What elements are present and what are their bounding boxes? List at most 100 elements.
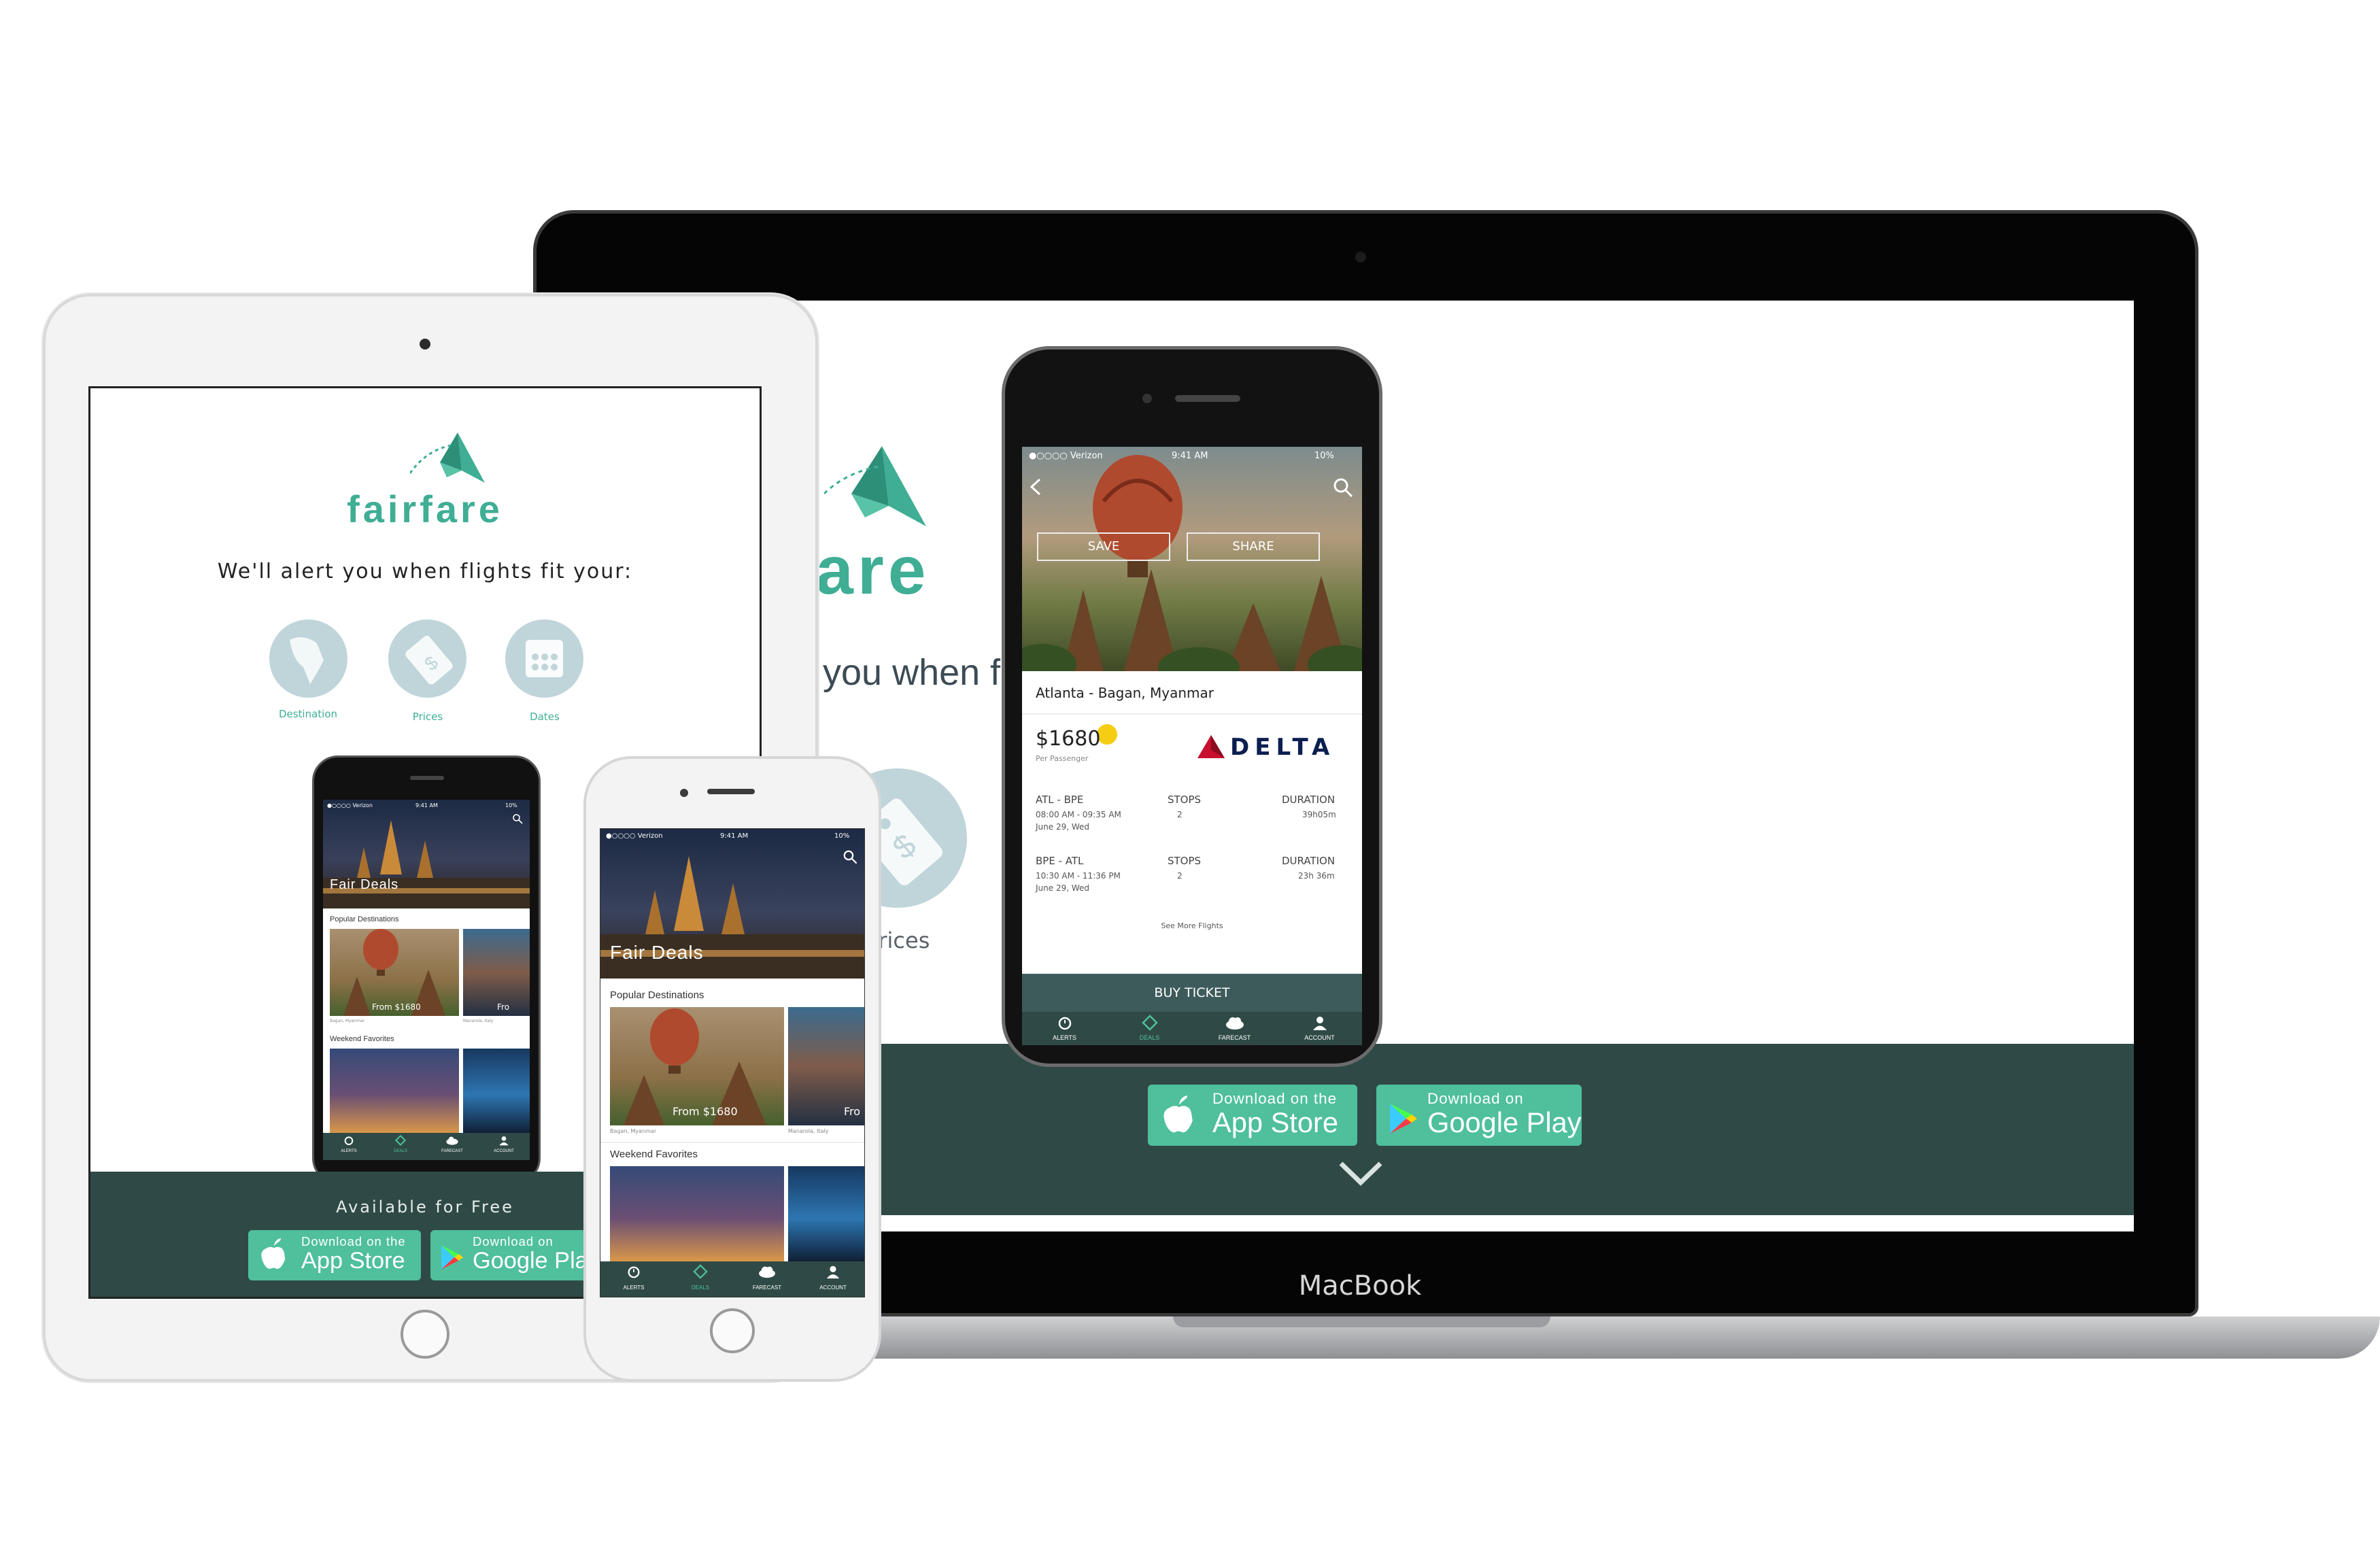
status-carrier: ●○○○○ Verizon [606,832,663,840]
weekend-tile-amsterdam[interactable] [330,1049,459,1133]
status-carrier: ●○○○○ Verizon [1029,451,1103,461]
tab-deals[interactable]: DEALS [667,1261,734,1297]
tab-account[interactable]: ACCOUNT [800,1261,864,1297]
phone-speaker [410,776,444,780]
app-store-small-text: Download on the [1212,1090,1338,1107]
google-play-small-text: Download on [1427,1090,1524,1107]
google-play-button[interactable]: Download on Google Play [1376,1085,1582,1146]
google-play-big-text: Google Play [473,1248,600,1274]
leg-1-duration-label: DURATION [1282,794,1336,806]
tab-deals[interactable]: DEALS [375,1133,426,1160]
tab-label: DEALS [1139,1034,1160,1041]
alarm-clock-icon [628,1266,640,1278]
tab-farecast[interactable]: FARECAST [734,1261,800,1297]
app-store-button[interactable]: Download on the App Store [1148,1085,1357,1146]
destination-tile-bagan[interactable]: From $1680 [330,929,459,1016]
tile-place: Bagan, Myanmar [330,1019,365,1023]
tab-account[interactable]: ACCOUNT [1277,1012,1362,1045]
tab-account[interactable]: ACCOUNT [478,1133,530,1160]
status-carrier: ●○○○○ Verizon [327,802,373,809]
divider [1022,713,1362,715]
destination-tile-manarola[interactable]: Fro [788,1007,864,1125]
tab-farecast[interactable]: FARECAST [1192,1012,1277,1045]
fairfare-logo-icon [410,432,485,483]
iphone-home-button[interactable] [710,1308,755,1353]
weekend-tile-coast[interactable] [788,1166,864,1261]
tab-label: ACCOUNT [494,1149,514,1153]
tab-label: FARECAST [1218,1034,1251,1041]
tab-bar: ALERTS DEALS FARECAST ACCOUNT [323,1133,530,1160]
fair-deals-title: Fair Deals [330,877,399,892]
hero-image-bagan: ●○○○○ Verizon 9:41 AM 10% SAVE SHARE [1022,447,1362,671]
tab-bar: ALERTS DEALS FARECAST ACCOUNT [600,1261,864,1297]
search-icon[interactable] [1332,477,1354,498]
weekend-tile-amsterdam[interactable] [610,1166,784,1261]
back-arrow-icon[interactable] [1029,477,1042,497]
tile-price: From $1680 [673,1105,738,1118]
tile-place: Manarola, Italy [788,1128,829,1134]
destination-tile-manarola[interactable]: Fro [463,929,530,1016]
user-icon [499,1136,509,1146]
weekend-favorites-label: Weekend Favorites [610,1149,698,1160]
airline-name: DELTA [1230,734,1336,761]
leg-2-route: BPE - ATL [1036,855,1084,867]
price-tag-icon: $ [388,619,466,698]
search-icon[interactable] [512,813,523,824]
divider [600,1142,864,1143]
phone-speaker [1175,395,1240,402]
alarm-clock-icon [1058,1017,1071,1030]
save-button[interactable]: SAVE [1037,532,1170,561]
tile-price: Fro [497,1002,510,1012]
destination-tile-bagan[interactable]: From $1680 [610,1007,784,1125]
phone-camera [1142,394,1152,403]
share-button[interactable]: SHARE [1187,532,1320,561]
bangkok-header-image: ●○○○○ Verizon 9:41 AM 10% Fair Deals [323,800,530,908]
status-battery: 10% [834,832,850,840]
google-play-button[interactable]: Download on Google Play [430,1230,603,1280]
leg-1-duration: 39h05m [1302,810,1336,819]
leg-1-route: ATL - BPE [1036,794,1084,806]
cloud-icon [1225,1017,1244,1030]
leg-2-duration: 23h 36m [1298,871,1335,881]
weekend-tile-coast[interactable] [463,1049,530,1133]
tile-place: Bagan, Myanmar [610,1128,657,1134]
macbook-base [785,1316,2380,1359]
per-passenger: Per Passenger [1036,754,1089,763]
ipad-logo-text: fairfare [347,488,503,530]
calendar-icon [505,619,583,698]
leg-1-stops-label: STOPS [1168,794,1202,806]
see-more-flights-link[interactable]: See More Flights [1022,921,1362,930]
tab-alerts[interactable]: ALERTS [600,1261,667,1297]
delta-logo-icon [1197,735,1225,758]
device-mockup-scene: fare t you when flights fit your: $ Pric… [0,0,2380,1564]
app-store-button[interactable]: Download on the App Store [248,1230,421,1280]
tab-label: ALERTS [623,1285,645,1291]
leg-1-times: 08:00 AM - 09:35 AM [1036,810,1121,819]
leg-2-duration-label: DURATION [1282,855,1336,867]
macbook-label: MacBook [1298,1270,1422,1302]
price: $1680 [1036,727,1101,751]
google-play-big-text: Google Play [1427,1106,1582,1138]
bangkok-header-image: ●○○○○ Verizon 9:41 AM 10% Fair Deals [600,829,864,979]
leg-2-stops-label: STOPS [1168,855,1202,867]
user-icon [826,1265,840,1279]
ipad-home-button[interactable] [401,1310,449,1359]
tab-deals[interactable]: DEALS [1107,1012,1192,1045]
chevron-down-icon[interactable] [1337,1159,1384,1187]
popular-destinations-label: Popular Destinations [330,915,399,923]
tab-farecast[interactable]: FARECAST [426,1133,478,1160]
iphone-camera [680,789,688,797]
feature-label-prices: Prices [412,711,443,723]
ipad-camera [420,339,430,350]
search-icon[interactable] [843,849,857,864]
tab-alerts[interactable]: ALERTS [1022,1012,1107,1045]
google-play-icon [441,1245,463,1270]
app-store-big-text: App Store [301,1248,405,1274]
flight-detail-screen: ●○○○○ Verizon 9:41 AM 10% SAVE SHARE Atl… [1022,447,1362,1045]
leg-1-stops: 2 [1177,810,1183,819]
ipad-phone-deals-screen: ●○○○○ Verizon 9:41 AM 10% Fair Deals Pop… [323,800,530,1160]
tab-label: ACCOUNT [819,1285,847,1291]
status-battery: 10% [505,802,517,809]
buy-ticket-button[interactable]: BUY TICKET [1022,974,1362,1012]
tab-alerts[interactable]: ALERTS [323,1133,375,1160]
